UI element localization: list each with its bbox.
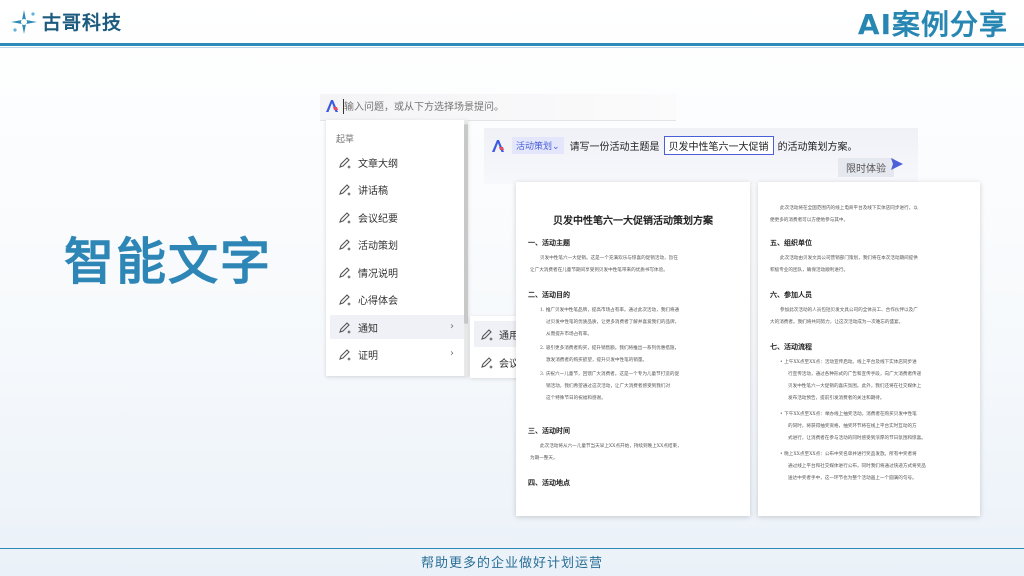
menu-item-minutes[interactable]: 会议纪要 <box>330 205 464 229</box>
paragraph-line: 参加此次活动的人员包括贝发文具公司的全体员工、合作伙伴以及广 <box>780 308 918 313</box>
pen-sparkle-icon <box>339 294 351 306</box>
ai-logo-icon <box>326 100 338 112</box>
paragraph-line: 让广大消费者在儿童节期间享受到贝发中性笔带来的优质书写体验。 <box>530 268 668 273</box>
menu-item-label: 情况说明 <box>358 268 398 280</box>
pen-sparkle-icon <box>481 357 493 369</box>
pen-sparkle-icon <box>339 322 351 334</box>
header-divider <box>0 43 1024 46</box>
trial-button[interactable]: 限时体验 <box>838 158 894 177</box>
menu-item-certificate[interactable]: 证明 › <box>330 342 464 366</box>
paragraph-line: 此次活动将从六一儿童节当天早上XX点开始，持续到晚上XX点结束， <box>540 444 682 449</box>
section-heading: 四、活动地点 <box>528 478 570 487</box>
slide-header: 古哥科技 AI案例分享 <box>0 0 1024 44</box>
paragraph-line: 贝发中性笔六一大促销。这是一个充满欢乐与惊喜的促销活动，旨在 <box>540 256 678 261</box>
list-item-line: 2. 吸引更多消费者购买，提升销售额。我们将推出一系列优惠措施， <box>540 346 680 351</box>
prompt-text-row[interactable]: 活动策划⌄ 请写一份活动主题是 贝发中性笔六一大促销 的活动策划方案。 <box>490 136 858 155</box>
menu-item-notice[interactable]: 通知 › <box>330 315 464 339</box>
search-input[interactable] <box>344 98 664 116</box>
menu-item-event-planning[interactable]: 活动策划 <box>330 232 464 256</box>
pen-sparkle-icon <box>339 349 351 361</box>
sparkle-logo-icon <box>11 9 37 34</box>
section-heading: 五、组织单位 <box>770 238 812 247</box>
paragraph-line: 为期一整天。 <box>530 456 558 461</box>
chevron-down-icon: ⌄ <box>552 142 560 152</box>
pen-sparkle-icon <box>339 212 351 224</box>
pen-sparkle-icon <box>481 329 493 341</box>
bullet-line: 行宣传活动，通过各种形式的广告和宣传手段，向广大消费者传递 <box>788 372 922 377</box>
chevron-right-icon: › <box>450 321 454 332</box>
bullet-line: 发布活动预告，提前引发消费者的关注和期待。 <box>788 396 885 401</box>
bullet-text: 上午XX点至XX点：活动宣传启动。线上平台及线下实体店同步进 <box>784 360 917 365</box>
ai-logo-icon <box>492 139 504 152</box>
menu-section-header: 起草 <box>336 135 355 145</box>
section-heading: 三、活动时间 <box>528 426 570 435</box>
footer-slogan: 帮助更多的企业做好计划运营 <box>420 556 603 571</box>
menu-item-speech[interactable]: 讲话稿 <box>330 177 464 201</box>
list-item-line: 销活动，我们希望通过这次活动，让广大消费者感受到我们对 <box>546 384 671 389</box>
list-item-line: 这个特殊节日的祝福和感谢。 <box>546 396 606 401</box>
header-divider-thin <box>0 47 1024 48</box>
slide-title: 智能文字 <box>64 233 272 291</box>
brand-logo: 古哥科技 <box>10 8 122 35</box>
search-bar[interactable] <box>320 94 676 121</box>
menu-item-label: 通知 <box>358 323 378 335</box>
paragraph-line: 此次活动将在全国范围内的线上电商平台及线下实体店同步进行，以 <box>780 206 918 211</box>
prompt-panel: 活动策划⌄ 请写一份活动主题是 贝发中性笔六一大促销 的活动策划方案。 限时体验 <box>484 128 918 184</box>
pen-sparkle-icon <box>339 267 351 279</box>
section-heading: 二、活动目的 <box>528 290 570 299</box>
header-title: AI案例分享 <box>857 8 1008 41</box>
bullet-line: • 晚上XX点至XX点：公布中奖名单并进行奖品发放。所有中奖者将 <box>780 452 917 457</box>
menu-item-label: 心得体会 <box>358 295 398 307</box>
send-icon[interactable] <box>890 157 904 171</box>
list-item-line: 1. 推广贝发中性笔品牌，提高市场占有率。通过此次活动，我们将通 <box>540 308 680 313</box>
bullet-line: 的同时，将获得抽奖资格，抽奖环节将在线上平台实时互动的方 <box>788 424 917 429</box>
menu-item-situation-report[interactable]: 情况说明 <box>330 260 464 284</box>
list-item-line: 过贝发中性笔的优质品质，让更多消费者了解并喜爱我们的品牌， <box>546 320 680 325</box>
menu-item-label: 活动策划 <box>358 240 398 252</box>
prompt-text-before: 请写一份活动主题是 <box>569 142 660 153</box>
pen-sparkle-icon <box>339 184 351 196</box>
section-heading: 六、参加人员 <box>770 290 812 299</box>
document-page-right: 此次活动将在全国范围内的线上电商平台及线下实体店同步进行，以 便更多的消费者可以… <box>758 182 980 516</box>
list-item-line: 激发消费者的购买欲望，提升贝发中性笔的销量。 <box>546 358 648 363</box>
paragraph-line: 便更多的消费者可以方便地参与其中。 <box>770 218 849 223</box>
list-item-line: 3. 庆祝六一儿童节，回馈广大消费者。这是一个专为儿童节打造的促 <box>540 372 680 377</box>
section-heading: 七、活动流程 <box>770 342 812 351</box>
prompt-text-after: 的活动策划方案。 <box>777 142 858 153</box>
pen-sparkle-icon <box>339 157 351 169</box>
scene-chip[interactable]: 活动策划⌄ <box>512 137 564 154</box>
pen-sparkle-icon <box>339 239 351 251</box>
chevron-right-icon: › <box>450 348 454 359</box>
bullet-line: • 上午XX点至XX点：活动宣传启动。线上平台及线下实体店同步进 <box>780 360 917 365</box>
document-page-left: 贝发中性笔六一大促销活动策划方案 一、活动主题 贝发中性笔六一大促销。这是一个充… <box>516 182 750 516</box>
paragraph-line: 大的消费者。我们将共同努力，让这次活动成为一次难忘的盛宴。 <box>770 320 904 325</box>
menu-item-label: 证明 <box>358 350 378 362</box>
menu-scrollbar[interactable] <box>464 120 468 376</box>
menu-scrollbar-thumb[interactable] <box>464 124 468 324</box>
menu-item-reflection[interactable]: 心得体会 <box>330 287 464 311</box>
section-heading: 一、活动主题 <box>528 238 570 247</box>
bullet-line: 贝发中性笔六一大促销的喜庆氛围。此外，我们还将在社交媒体上 <box>788 384 922 389</box>
paragraph-line: 积极专业的团队，确保活动顺利进行。 <box>770 268 849 273</box>
bullet-line: 式进行，让消费者在参与活动的同时感受到浓厚的节日氛围和惊喜。 <box>788 436 926 441</box>
bullet-line: • 下午XX点至XX点：举办线上抽奖活动。消费者在购买贝发中性笔 <box>780 412 917 417</box>
prompt-variable-field[interactable]: 贝发中性笔六一大促销 <box>663 136 774 155</box>
menu-item-article-outline[interactable]: 文章大纲 <box>330 150 464 174</box>
footer-divider <box>0 548 1024 549</box>
menu-item-label: 文章大纲 <box>358 158 398 170</box>
paragraph-line: 此次活动由贝发文具公司营销部门策划，我们将在本次活动期间提供 <box>780 256 918 261</box>
menu-item-label: 讲话稿 <box>358 185 388 197</box>
brand-name: 古哥科技 <box>42 12 123 34</box>
scene-chip-label: 活动策划 <box>516 142 553 152</box>
bullet-line: 通过线上平台和社交媒体进行公布，同时我们将通过快递方式将奖品 <box>788 464 926 469</box>
list-item-line: 从而提升市场占有率。 <box>546 332 592 337</box>
document-title: 贝发中性笔六一大促销活动策划方案 <box>553 216 713 227</box>
bullet-text: 下午XX点至XX点：举办线上抽奖活动。消费者在购买贝发中性笔 <box>784 412 917 417</box>
bullet-text: 晚上XX点至XX点：公布中奖名单并进行奖品发放。所有中奖者将 <box>784 452 917 457</box>
menu-item-label: 会议纪要 <box>358 213 398 225</box>
scene-menu: 起草 文章大纲 讲话稿 会议纪要 活动策划 情况说明 心得体会 通知 › 证明 … <box>326 120 468 376</box>
bullet-line: 送达中奖者手中，这一环节也为整个活动画上一个圆满的句号。 <box>788 476 917 481</box>
